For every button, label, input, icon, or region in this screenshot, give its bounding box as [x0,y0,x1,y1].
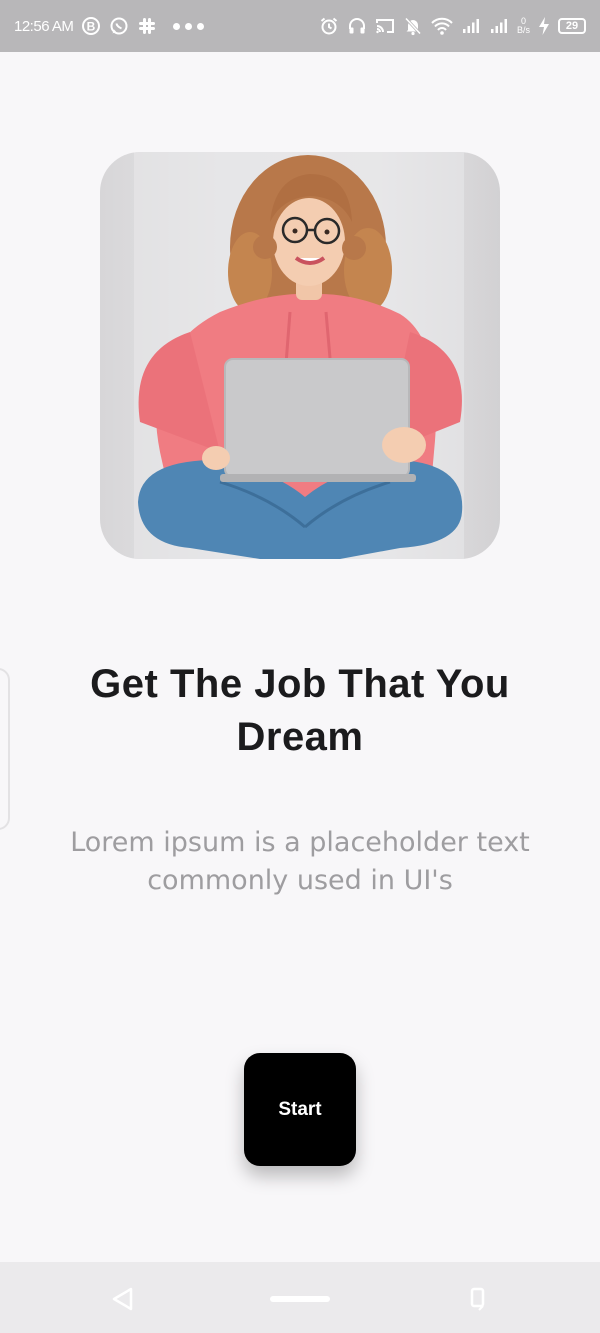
network-speed-unit: B/s [516,25,530,35]
woman-with-laptop-illustration [134,152,464,559]
side-panel-handle[interactable] [0,668,10,830]
status-time: 12:56 AM [14,17,74,35]
nav-bar [0,1262,600,1333]
more-dots-icon [173,22,205,30]
svg-text:B: B [87,20,96,34]
headphones-icon [347,16,367,36]
charging-icon [538,16,550,36]
headline: Get The Job That You Dream [90,662,510,759]
signal-icon [489,16,509,36]
network-speed: 0 B/s [517,17,530,35]
whatsapp-icon [109,16,129,36]
mute-bell-icon [403,16,423,36]
start-button[interactable]: Start [244,1053,356,1166]
subtext: Lorem ipsum is a placeholder text common… [70,827,530,896]
slack-icon [137,16,157,36]
battery-icon: 29 [558,18,586,34]
hero-image [100,152,500,559]
b-circle-icon: B [81,16,101,36]
status-left: 12:56 AM B [14,16,205,36]
recent-apps-icon[interactable] [468,1285,488,1316]
back-icon[interactable] [110,1286,136,1317]
status-bar: 12:56 AM B 0 B/s 29 [0,0,600,52]
home-pill[interactable] [270,1296,330,1302]
status-right: 0 B/s 29 [319,16,586,36]
wifi-icon [431,16,453,36]
alarm-icon [319,16,339,36]
cast-icon [375,16,395,36]
signal-icon [461,16,481,36]
